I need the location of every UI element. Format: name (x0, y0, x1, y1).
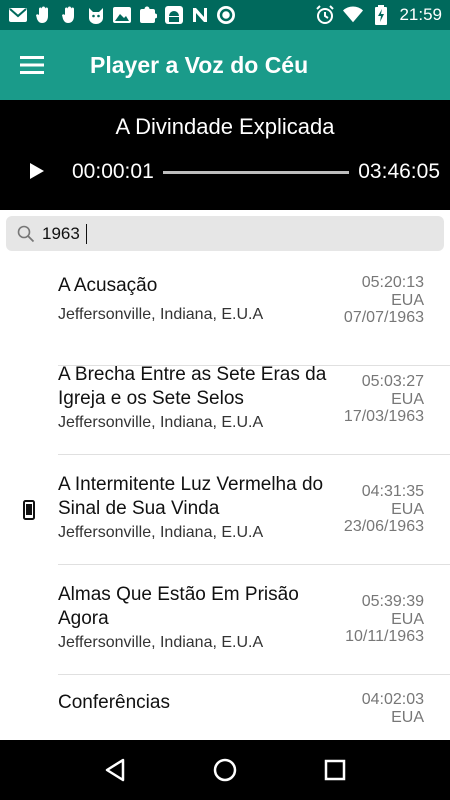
item-location: Jeffersonville, Indiana, E.U.A (58, 524, 264, 541)
cat-icon (86, 5, 106, 25)
search-icon (10, 216, 42, 251)
item-title: A Intermitente Luz Vermelha do Sinal de … (58, 474, 324, 519)
menu-button[interactable] (0, 30, 64, 100)
item-country: EUA (391, 708, 424, 726)
list-item[interactable]: A Intermitente Luz Vermelha do Sinal de … (0, 455, 450, 565)
notification-icons (8, 5, 236, 25)
android-icon (164, 5, 184, 25)
n-icon (190, 5, 210, 25)
item-date: 17/03/1963 (343, 408, 424, 425)
item-location: Jeffersonville, Indiana, E.U.A (58, 634, 264, 651)
play-icon (30, 163, 44, 179)
hand-icon (60, 5, 80, 25)
system-nav-bar (0, 740, 450, 800)
item-title: Conferências (58, 692, 170, 713)
list-item[interactable]: Conferências 04:02:03 EUA (0, 675, 450, 740)
mail-icon (8, 5, 28, 25)
smartphone-icon (23, 500, 35, 520)
alarm-icon (315, 5, 335, 25)
audio-player: A Divindade Explicada 00:00:01 03:46:05 (0, 100, 450, 210)
device-indicator (0, 455, 58, 565)
item-meta: 05:20:13 EUA 07/07/1963 (344, 274, 424, 327)
text-cursor (86, 224, 87, 244)
item-duration: 05:20:13 (361, 274, 424, 291)
hand-icon (34, 5, 54, 25)
hamburger-icon (20, 56, 44, 74)
clock: 21:59 (399, 5, 442, 24)
sermon-list: A Acusação Jeffersonville, Indiana, E.U.… (0, 256, 450, 740)
puzzle-icon (138, 5, 158, 25)
item-title: A Brecha Entre as Sete Eras da Igreja e … (58, 364, 327, 409)
item-country: EUA (391, 610, 424, 628)
item-duration: 04:02:03 (361, 691, 424, 708)
app-title: Player a Voz do Céu (90, 51, 309, 78)
total-time: 03:46:05 (358, 160, 440, 183)
item-title: Almas Que Estão Em Prisão Agora (58, 584, 299, 629)
item-meta: 04:02:03 EUA (362, 691, 424, 726)
current-time: 00:00:01 (72, 160, 154, 183)
wifi-icon (343, 5, 364, 25)
recents-icon (324, 759, 346, 781)
status-bar: 21:59 (0, 0, 450, 30)
list-item[interactable]: Almas Que Estão Em Prisão Agora Jefferso… (0, 565, 450, 675)
app-bar: Player a Voz do Céu (0, 30, 450, 100)
item-duration: 05:39:39 (361, 593, 424, 610)
item-meta: 05:39:39 EUA 10/11/1963 (345, 593, 424, 646)
item-country: EUA (391, 500, 424, 518)
item-location: Jeffersonville, Indiana, E.U.A (58, 414, 264, 431)
item-date: 23/06/1963 (343, 518, 424, 535)
item-meta: 04:31:35 EUA 23/06/1963 (344, 483, 424, 536)
list-item[interactable]: A Brecha Entre as Sete Eras da Igreja e … (0, 345, 450, 455)
circle-icon (216, 5, 236, 25)
search-input[interactable] (42, 218, 422, 249)
item-meta: 05:03:27 EUA 17/03/1963 (344, 373, 424, 426)
play-button[interactable] (26, 160, 48, 182)
search-box (6, 216, 444, 251)
item-title: A Acusação (58, 275, 158, 296)
item-date: 07/07/1963 (343, 309, 424, 326)
battery-charging-icon (371, 5, 391, 25)
back-button[interactable] (95, 750, 135, 790)
item-location: Jeffersonville, Indiana, E.U.A (58, 306, 264, 323)
back-icon (105, 758, 125, 782)
item-duration: 05:03:27 (361, 373, 424, 390)
item-duration: 04:31:35 (361, 483, 424, 500)
item-country: EUA (391, 291, 424, 309)
item-country: EUA (391, 390, 424, 408)
system-icons: 21:59 (315, 5, 442, 25)
recents-button[interactable] (315, 750, 355, 790)
track-title: A Divindade Explicada (115, 114, 335, 139)
image-icon (112, 5, 132, 25)
item-date: 10/11/1963 (345, 628, 424, 645)
home-button[interactable] (205, 750, 245, 790)
home-icon (213, 758, 237, 782)
seek-bar[interactable] (163, 171, 349, 174)
